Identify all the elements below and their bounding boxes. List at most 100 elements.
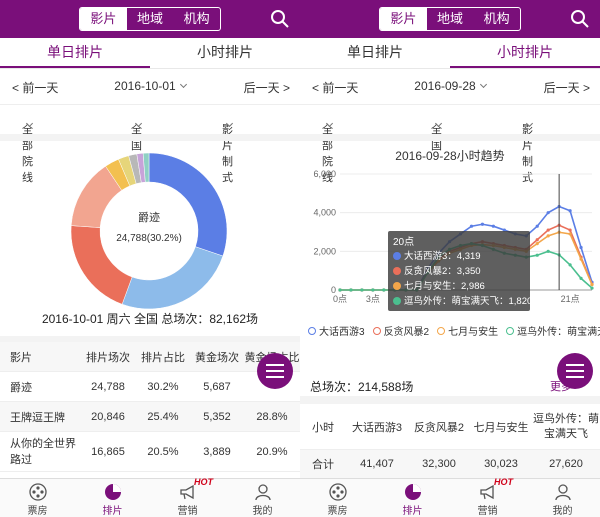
nav-box-office[interactable]: 票房 [300,479,375,517]
table-row[interactable]: 爵迹 24,788 30.2% 5,687 [0,372,300,402]
seg-institution[interactable]: 机构 [173,8,220,30]
seg-region[interactable]: 地域 [427,8,474,30]
data-point[interactable] [546,228,550,232]
menu-fab-button[interactable] [257,353,293,389]
nav-label: 营销 [477,506,498,517]
data-point[interactable] [568,228,572,232]
seg-film[interactable]: 影片 [380,8,427,30]
seg-institution[interactable]: 机构 [473,8,520,30]
menu-icon [266,364,284,366]
schedule-tabs: 单日排片 小时排片 [0,38,300,69]
data-point[interactable] [535,253,539,257]
nav-profile[interactable]: 我的 [525,479,600,517]
seg-film[interactable]: 影片 [80,8,127,30]
legend-item[interactable]: 反贪风暴2 [372,323,429,338]
seg-region[interactable]: 地域 [127,8,174,30]
filter-bar: 全部院线 全国 影片制式 [300,104,600,184]
menu-icon [566,370,584,372]
legend-item[interactable]: 大话西游3 [308,323,365,338]
col-series-1: 大话西游3 [351,421,403,434]
next-day-button[interactable]: 后一天 > [244,79,290,96]
data-point[interactable] [568,232,572,236]
legend-item[interactable]: 逗鸟外传：萌宝满天飞 [506,323,600,338]
bottom-nav: 票房 排片 HOT 营销 我的 [300,477,600,517]
tab-daily[interactable]: 单日排片 [300,38,450,68]
col-hour: 小时 [312,421,334,434]
data-point[interactable] [371,288,375,292]
pie-chart-icon [404,484,421,500]
legend-label: 逗鸟外传：萌宝满天飞 [517,327,600,338]
legend-marker [437,326,446,335]
nav-box-office[interactable]: 票房 [0,479,75,517]
filter-bar: 全部院线 全国 影片制式 [0,104,300,184]
date-navigator: < 前一天 2016-09-28 后一天 > [300,73,600,101]
pie-center-title: 爵迹 [138,210,160,224]
col-series-3: 七月与安生 [473,421,529,434]
data-point[interactable] [568,209,572,213]
nav-schedule[interactable]: 排片 [375,479,450,517]
tab-daily[interactable]: 单日排片 [0,38,150,68]
date-label: 2016-10-01 [114,79,176,93]
menu-fab-button[interactable] [557,353,593,389]
legend-item[interactable]: 七月与安生 [437,323,498,338]
data-point[interactable] [349,288,353,292]
table-row[interactable]: 王牌逗王牌 20,846 25.4% 5,352 28.8% [0,402,300,432]
nav-label: 排片 [102,506,123,517]
user-icon [554,484,571,501]
chart-legend: 大话西游3 反贪风暴2 七月与安生 逗鸟外传：萌宝满天飞 [308,323,600,338]
data-point[interactable] [535,242,539,246]
next-day-button[interactable]: 后一天 > [544,79,590,96]
data-point[interactable] [546,234,550,238]
table-row[interactable]: 从你的全世界路过 16,865 20.5% 3,889 20.9% [0,432,300,472]
tab-hourly[interactable]: 小时排片 [150,38,300,68]
cell-value: 30,023 [484,458,518,470]
data-point[interactable] [579,245,583,250]
data-point[interactable] [590,286,594,290]
cell-share: 30.2% [147,380,179,393]
pie-slice[interactable] [121,246,224,310]
tab-hourly[interactable]: 小时排片 [450,38,600,68]
cell-golden-share: 20.9% [256,445,288,458]
x-tick-label: 0点 [333,294,347,304]
data-point[interactable] [480,222,485,226]
nav-marketing[interactable]: HOT 营销 [450,477,525,517]
data-point[interactable] [491,224,495,228]
menu-icon [266,370,284,372]
search-icon[interactable] [570,9,590,29]
schedule-tabs: 单日排片 小时排片 [300,38,600,69]
data-point[interactable] [579,276,583,280]
cell-sessions: 16,865 [91,445,125,458]
data-point[interactable] [579,257,583,261]
data-point[interactable] [568,263,572,267]
top-bar: 影片 地域 机构 [0,0,300,38]
legend-label: 大话西游3 [319,327,365,338]
film-schedule-table: 影片 排片场次 排片占比 黄金场次 黄金场占比 爵迹 24,788 30.2% … [0,336,300,472]
tooltip-marker [393,297,401,305]
category-segmented-control: 影片 地域 机构 [79,7,221,31]
table-row-total[interactable]: 合计 41,407 32,300 30,023 27,620 [300,450,600,478]
nav-profile[interactable]: 我的 [225,479,300,517]
search-icon[interactable] [270,9,290,29]
data-point[interactable] [360,288,364,292]
cell-value: 41,407 [360,458,394,470]
data-point[interactable] [338,288,342,292]
data-point[interactable] [535,238,539,242]
data-point[interactable] [382,288,386,292]
chevron-down-icon [479,80,487,89]
nav-marketing[interactable]: HOT 营销 [150,477,225,517]
tooltip-item: 七月与安生：2,986 [404,280,485,292]
cell-sessions: 20,846 [91,410,125,423]
col-series-2: 反贪风暴2 [413,421,465,434]
data-point[interactable] [535,224,539,228]
data-point[interactable] [546,249,550,253]
menu-icon [266,376,284,378]
table-header-row: 影片 排片场次 排片占比 黄金场次 黄金场占比 [0,342,300,372]
cell-golden-sessions: 5,352 [203,410,231,423]
nav-schedule[interactable]: 排片 [75,479,150,517]
chart-tooltip: 20点 大话西游3：4,319 反贪风暴2：3,350 七月与安生：2,986 逗鸟外传… [388,231,532,314]
data-point[interactable] [546,211,550,215]
data-point[interactable] [590,282,594,287]
data-point[interactable] [469,224,474,228]
tooltip-item: 大话西游3：4,319 [404,250,481,262]
cell-film: 从你的全世界路过 [10,437,76,466]
